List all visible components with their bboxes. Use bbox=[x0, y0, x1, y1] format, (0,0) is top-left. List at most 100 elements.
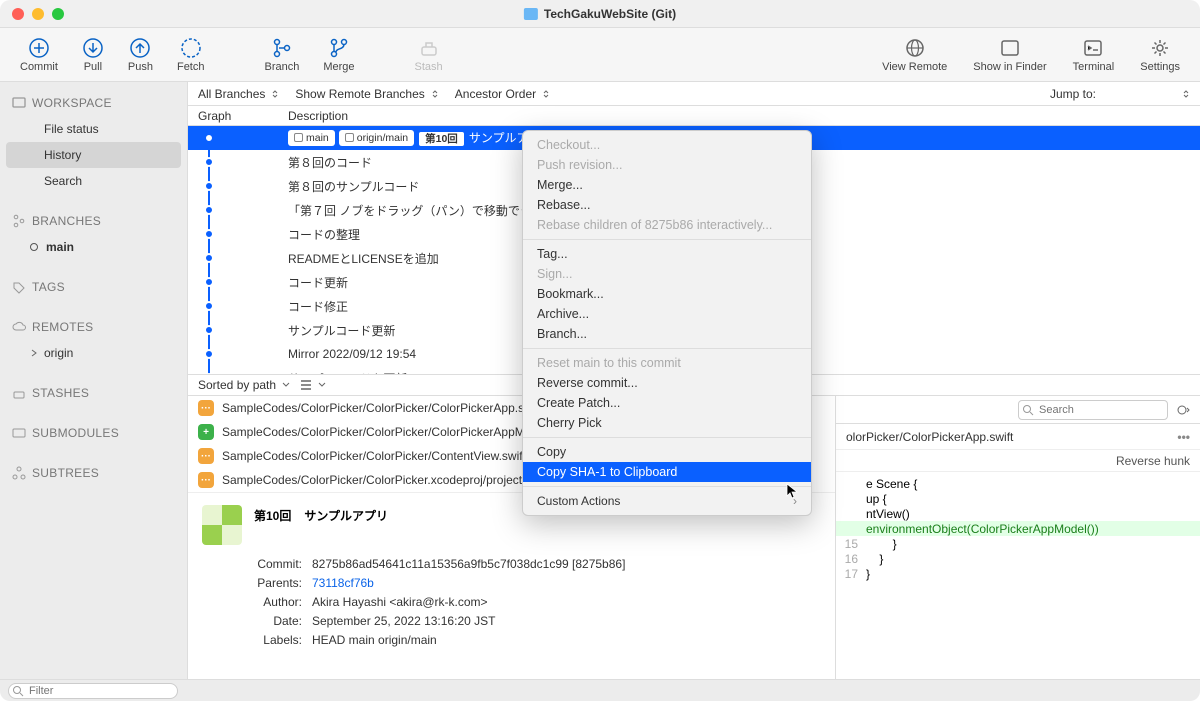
cloud-icon bbox=[12, 320, 26, 334]
menu-archive[interactable]: Archive... bbox=[523, 304, 811, 324]
branch-current-icon bbox=[30, 243, 38, 251]
code-line: 17} bbox=[836, 566, 1200, 581]
menu-copy[interactable]: Copy bbox=[523, 442, 811, 462]
menu-push-revision[interactable]: Push revision... bbox=[523, 155, 811, 175]
stash-icon bbox=[12, 386, 26, 400]
terminal-icon bbox=[1082, 37, 1104, 59]
sidebar-remote-origin[interactable]: origin bbox=[0, 340, 187, 366]
chevron-updown-icon bbox=[431, 90, 439, 98]
globe-icon bbox=[904, 37, 926, 59]
window-controls bbox=[12, 8, 64, 20]
stash-button[interactable]: Stash bbox=[405, 33, 453, 77]
menu-rebase-children[interactable]: Rebase children of 8275b86 interactively… bbox=[523, 215, 811, 235]
sidebar-history[interactable]: History bbox=[6, 142, 181, 168]
menu-branch[interactable]: Branch... bbox=[523, 324, 811, 344]
pull-button[interactable]: Pull bbox=[72, 33, 114, 77]
code-line: environmentObject(ColorPickerAppModel()) bbox=[836, 521, 1200, 536]
sidebar-branch-main[interactable]: main bbox=[0, 234, 187, 260]
chevron-down-icon bbox=[282, 381, 290, 389]
filter-input[interactable] bbox=[8, 683, 178, 699]
pull-icon bbox=[82, 37, 104, 59]
sidebar: WORKSPACE File status History Search BRA… bbox=[0, 82, 188, 679]
code-line: e Scene { bbox=[836, 476, 1200, 491]
menu-tag[interactable]: Tag... bbox=[523, 244, 811, 264]
fetch-icon bbox=[180, 37, 202, 59]
sidebar-file-status[interactable]: File status bbox=[0, 116, 187, 142]
push-icon bbox=[129, 37, 151, 59]
menu-bookmark[interactable]: Bookmark... bbox=[523, 284, 811, 304]
labels: HEAD main origin/main bbox=[312, 633, 835, 647]
chevron-updown-icon bbox=[271, 90, 279, 98]
commit-button[interactable]: Commit bbox=[10, 33, 68, 77]
minimize-icon[interactable] bbox=[32, 8, 44, 20]
list-icon bbox=[300, 380, 312, 390]
terminal-button[interactable]: Terminal bbox=[1063, 33, 1125, 77]
menu-create-patch[interactable]: Create Patch... bbox=[523, 393, 811, 413]
menu-copy-sha[interactable]: Copy SHA-1 to Clipboard bbox=[523, 462, 811, 482]
submodules-header[interactable]: SUBMODULES bbox=[0, 420, 187, 446]
merge-icon bbox=[328, 37, 350, 59]
show-in-finder-button[interactable]: Show in Finder bbox=[963, 33, 1056, 77]
close-icon[interactable] bbox=[12, 8, 24, 20]
order-filter[interactable]: Ancestor Order bbox=[455, 87, 550, 101]
stash-icon bbox=[418, 37, 440, 59]
commit-hash: 8275b86ad54641c11a15356a9fb5c7f038dc1c99… bbox=[312, 557, 835, 571]
settings-dropdown-icon[interactable] bbox=[1176, 402, 1192, 418]
view-mode[interactable] bbox=[300, 380, 326, 390]
col-graph[interactable]: Graph bbox=[188, 109, 284, 123]
subtrees-header[interactable]: SUBTREES bbox=[0, 460, 187, 486]
search-container bbox=[1018, 400, 1168, 420]
subtree-icon bbox=[12, 466, 26, 480]
merge-button[interactable]: Merge bbox=[313, 33, 364, 77]
hunk-controls: Reverse hunk bbox=[836, 450, 1200, 472]
code-line: 16 } bbox=[836, 551, 1200, 566]
chevron-right-icon bbox=[30, 349, 38, 357]
chevron-down-icon bbox=[318, 381, 326, 389]
sort-select[interactable]: Sorted by path bbox=[198, 378, 290, 392]
folder-icon bbox=[524, 8, 538, 20]
push-button[interactable]: Push bbox=[118, 33, 163, 77]
commit-meta: Commit:8275b86ad54641c11a15356a9fb5c7f03… bbox=[188, 557, 835, 647]
zoom-icon[interactable] bbox=[52, 8, 64, 20]
menu-reset[interactable]: Reset main to this commit bbox=[523, 353, 811, 373]
window-title-text: TechGakuWebSite (Git) bbox=[544, 7, 676, 21]
menu-rebase[interactable]: Rebase... bbox=[523, 195, 811, 215]
view-remote-button[interactable]: View Remote bbox=[872, 33, 957, 77]
diff-panel: olorPicker/ColorPickerApp.swift ••• Reve… bbox=[836, 396, 1200, 679]
search-input[interactable] bbox=[1018, 400, 1168, 420]
menu-merge[interactable]: Merge... bbox=[523, 175, 811, 195]
tags-header[interactable]: TAGS bbox=[0, 274, 187, 300]
remotes-header[interactable]: REMOTES bbox=[0, 314, 187, 340]
jump-to[interactable]: Jump to: bbox=[1050, 87, 1190, 101]
reverse-hunk[interactable]: Reverse hunk bbox=[1116, 454, 1190, 468]
stashes-header[interactable]: STASHES bbox=[0, 380, 187, 406]
chevron-updown-icon bbox=[1182, 90, 1190, 98]
diff-toolbar bbox=[836, 396, 1200, 424]
more-icon[interactable]: ••• bbox=[1177, 430, 1190, 444]
menu-checkout[interactable]: Checkout... bbox=[523, 135, 811, 155]
gear-icon bbox=[1149, 37, 1171, 59]
toolbar: Commit Pull Push Fetch Branch Merge Stas… bbox=[0, 28, 1200, 82]
menu-reverse-commit[interactable]: Reverse commit... bbox=[523, 373, 811, 393]
commit-icon bbox=[28, 37, 50, 59]
menu-cherry-pick[interactable]: Cherry Pick bbox=[523, 413, 811, 433]
fetch-button[interactable]: Fetch bbox=[167, 33, 215, 77]
branches-header[interactable]: BRANCHES bbox=[0, 208, 187, 234]
remote-filter[interactable]: Show Remote Branches bbox=[295, 87, 438, 101]
commit-title: 第10回 サンプルアプリ bbox=[254, 505, 388, 524]
submodule-icon bbox=[12, 426, 26, 440]
branch-filter[interactable]: All Branches bbox=[198, 87, 279, 101]
branch-button[interactable]: Branch bbox=[254, 33, 309, 77]
settings-button[interactable]: Settings bbox=[1130, 33, 1190, 77]
footer bbox=[0, 679, 1200, 701]
avatar bbox=[202, 505, 242, 545]
parent-link[interactable]: 73118cf76b bbox=[312, 576, 374, 590]
search-icon bbox=[1022, 404, 1034, 416]
finder-icon bbox=[999, 37, 1021, 59]
titlebar: TechGakuWebSite (Git) bbox=[0, 0, 1200, 28]
sidebar-search[interactable]: Search bbox=[0, 168, 187, 194]
col-description[interactable]: Description bbox=[284, 109, 1200, 123]
code-line: ntView() bbox=[836, 506, 1200, 521]
menu-sign[interactable]: Sign... bbox=[523, 264, 811, 284]
menu-custom-actions[interactable]: Custom Actions› bbox=[523, 491, 811, 511]
